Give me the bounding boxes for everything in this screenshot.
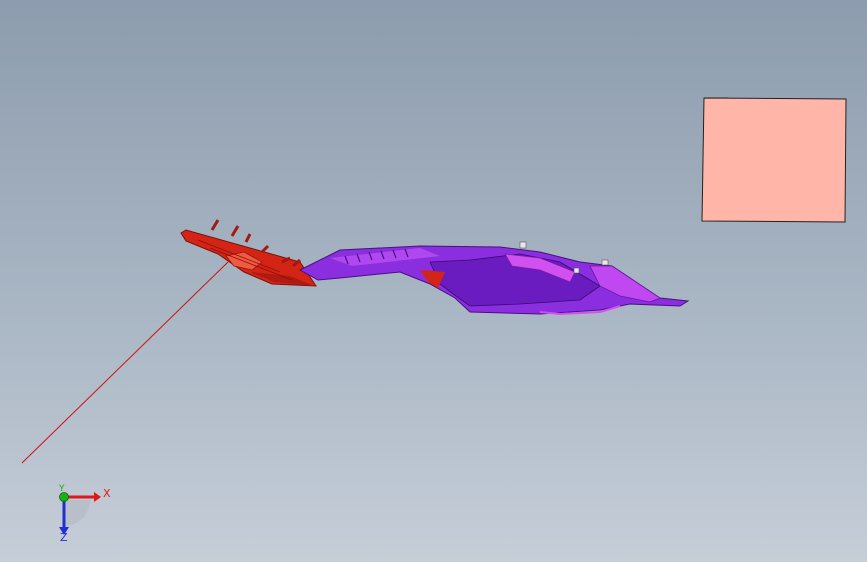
purple-housing-part[interactable] [298, 241, 690, 316]
x-axis-label: X [103, 487, 111, 500]
z-axis-label: Z [60, 531, 68, 544]
sketch-line[interactable] [21, 261, 229, 464]
red-bracket-part[interactable] [180, 219, 317, 287]
y-axis-label: Y [59, 484, 65, 494]
orientation-triad [59, 492, 101, 535]
sketch-plane[interactable] [701, 97, 847, 223]
model-scene[interactable] [0, 0, 867, 562]
3d-viewport[interactable]: X Y Z [0, 0, 867, 562]
